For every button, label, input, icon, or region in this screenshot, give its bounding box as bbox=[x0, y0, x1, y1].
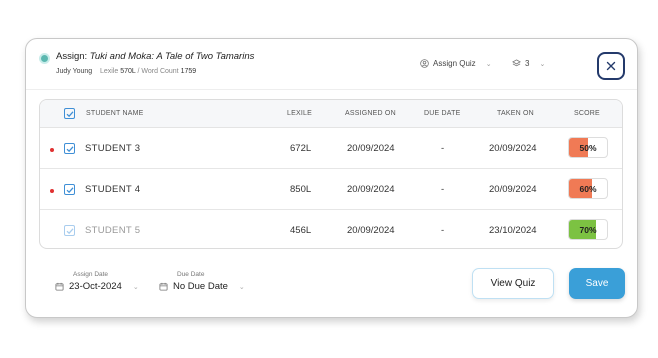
taken-on: 23/10/2024 bbox=[489, 225, 537, 236]
row-checkbox[interactable] bbox=[64, 225, 75, 236]
column-header-taken-on[interactable]: TAKEN ON bbox=[497, 110, 534, 117]
chevron-down-icon: ⌄ bbox=[132, 283, 139, 291]
check-icon bbox=[66, 186, 73, 193]
column-header-score[interactable]: SCORE bbox=[574, 110, 600, 117]
score-value: 60% bbox=[579, 184, 597, 194]
due-date-picker[interactable]: No Due Date ⌄ bbox=[159, 281, 245, 292]
score-badge: 70% bbox=[568, 219, 608, 240]
chevron-down-icon: ⌄ bbox=[485, 60, 492, 68]
column-header-due-date[interactable]: DUE DATE bbox=[424, 110, 460, 117]
book-status-icon bbox=[39, 53, 50, 64]
select-all-checkbox[interactable] bbox=[64, 108, 75, 119]
table-header: STUDENT NAME LEXILE ASSIGNED ON DUE DATE… bbox=[40, 100, 622, 128]
column-header-assigned-on[interactable]: ASSIGNED ON bbox=[345, 110, 396, 117]
book-title: Tuki and Moka: A Tale of Two Tamarins bbox=[89, 51, 255, 62]
student-lexile: 672L bbox=[290, 143, 312, 154]
book-meta: Judy Young Lexile 570L / Word Count 1759 bbox=[56, 68, 196, 75]
dialog-header: Assign: Tuki and Moka: A Tale of Two Tam… bbox=[39, 51, 627, 85]
taken-on: 20/09/2024 bbox=[489, 143, 537, 154]
score-badge: 50% bbox=[568, 137, 608, 158]
calendar-icon bbox=[159, 282, 168, 291]
assign-date-picker[interactable]: 23-Oct-2024 ⌄ bbox=[55, 281, 139, 292]
assigned-on: 20/09/2024 bbox=[347, 184, 395, 195]
close-button[interactable] bbox=[597, 52, 625, 80]
table-row[interactable]: STUDENT 3 672L 20/09/2024 - 20/09/2024 5… bbox=[40, 128, 622, 169]
students-table: STUDENT NAME LEXILE ASSIGNED ON DUE DATE… bbox=[39, 99, 623, 249]
due-date-value: No Due Date bbox=[173, 281, 228, 292]
assigned-on: 20/09/2024 bbox=[347, 225, 395, 236]
assign-quiz-label: Assign Quiz bbox=[433, 59, 476, 68]
chevron-down-icon: ⌄ bbox=[238, 283, 245, 291]
dialog-title: Assign: Tuki and Moka: A Tale of Two Tam… bbox=[56, 51, 254, 62]
due-date-field[interactable]: Due Date No Due Date ⌄ bbox=[159, 271, 245, 292]
row-checkbox[interactable] bbox=[64, 184, 75, 195]
alert-dot bbox=[50, 189, 54, 193]
student-lexile: 456L bbox=[290, 225, 312, 236]
due-date: - bbox=[441, 225, 445, 236]
save-button[interactable]: Save bbox=[569, 268, 625, 299]
student-name: STUDENT 4 bbox=[85, 184, 141, 195]
student-name: STUDENT 5 bbox=[85, 225, 141, 236]
table-row[interactable]: STUDENT 5 456L 20/09/2024 - 23/10/2024 7… bbox=[40, 210, 622, 248]
check-icon bbox=[66, 110, 73, 117]
student-lexile: 850L bbox=[290, 184, 312, 195]
taken-on: 20/09/2024 bbox=[489, 184, 537, 195]
word-count-label: Word Count bbox=[141, 68, 179, 75]
due-date: - bbox=[441, 184, 445, 195]
assign-quiz-dropdown[interactable]: Assign Quiz ⌄ bbox=[420, 59, 492, 68]
column-header-student-name[interactable]: STUDENT NAME bbox=[86, 110, 144, 117]
assign-prefix: Assign: bbox=[56, 51, 88, 62]
student-name: STUDENT 3 bbox=[85, 143, 141, 154]
calendar-icon bbox=[55, 282, 64, 291]
book-author: Judy Young bbox=[56, 68, 93, 75]
assign-quiz-dialog: Assign: Tuki and Moka: A Tale of Two Tam… bbox=[25, 38, 638, 318]
close-icon bbox=[606, 61, 616, 71]
check-icon bbox=[66, 145, 73, 152]
view-quiz-button[interactable]: View Quiz bbox=[472, 268, 554, 299]
row-checkbox[interactable] bbox=[64, 143, 75, 154]
chevron-down-icon: ⌄ bbox=[539, 60, 546, 68]
level-dropdown[interactable]: 3 ⌄ bbox=[512, 59, 545, 68]
word-count-value: 1759 bbox=[180, 68, 197, 75]
due-date: - bbox=[441, 143, 445, 154]
header-divider bbox=[26, 89, 637, 90]
assigned-on: 20/09/2024 bbox=[347, 143, 395, 154]
table-row[interactable]: STUDENT 4 850L 20/09/2024 - 20/09/2024 6… bbox=[40, 169, 622, 210]
lexile-label: Lexile bbox=[99, 68, 119, 75]
user-icon bbox=[420, 59, 429, 68]
score-value: 70% bbox=[579, 225, 597, 235]
assign-date-field[interactable]: Assign Date 23-Oct-2024 ⌄ bbox=[55, 271, 139, 292]
column-header-lexile[interactable]: LEXILE bbox=[287, 110, 312, 117]
level-value: 3 bbox=[525, 59, 530, 68]
meta-separator: / bbox=[137, 68, 140, 75]
due-date-label: Due Date bbox=[177, 271, 205, 278]
check-icon bbox=[66, 227, 73, 234]
assign-date-label: Assign Date bbox=[73, 271, 109, 278]
alert-dot bbox=[50, 148, 54, 152]
score-badge: 60% bbox=[568, 178, 608, 199]
assign-date-value: 23-Oct-2024 bbox=[69, 281, 122, 292]
lexile-value: 570L bbox=[120, 68, 136, 75]
layers-icon bbox=[512, 59, 521, 67]
score-value: 50% bbox=[579, 143, 597, 153]
